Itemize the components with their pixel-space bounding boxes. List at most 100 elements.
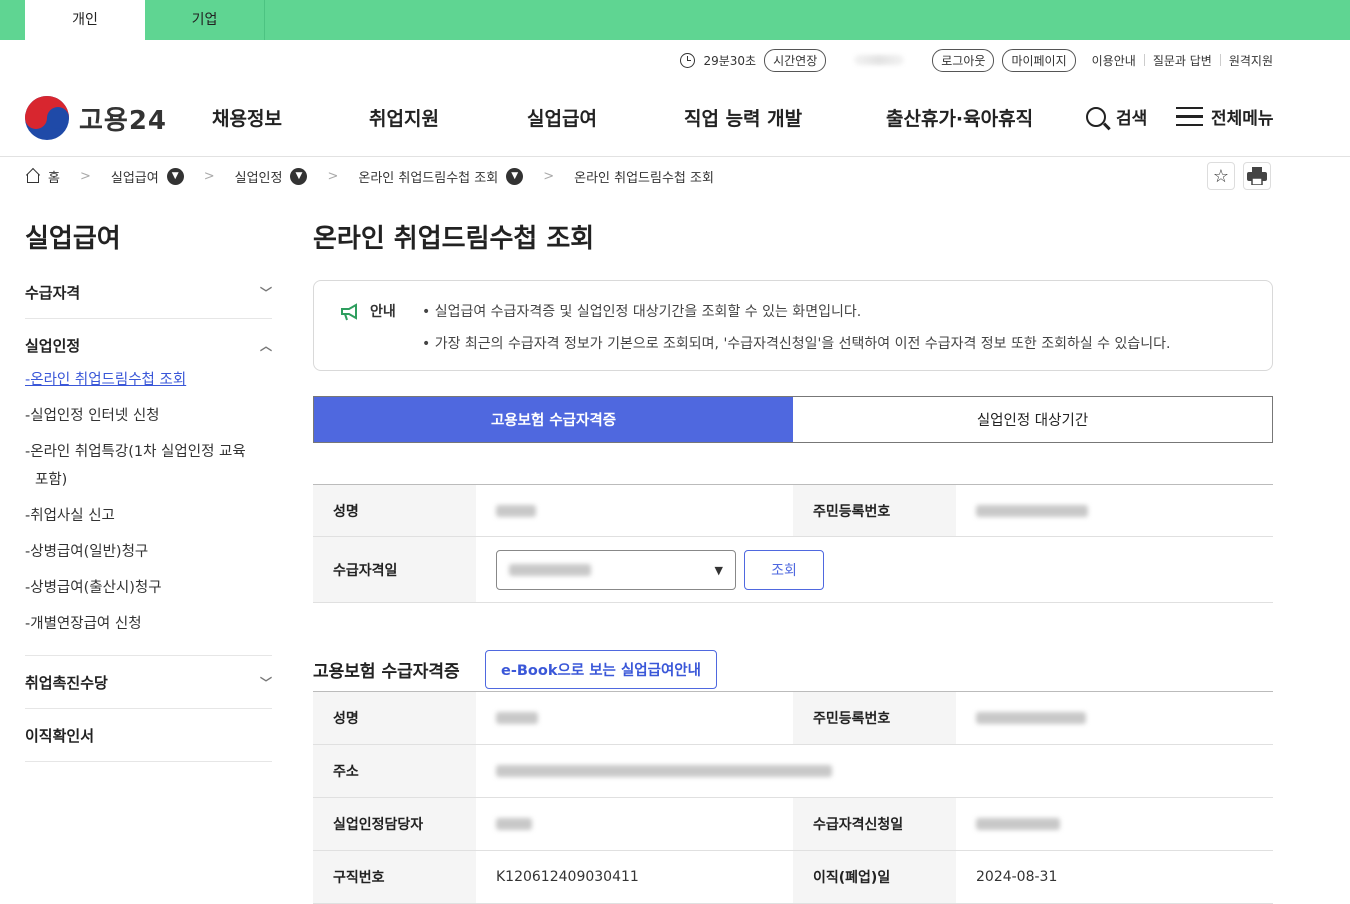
clock-icon xyxy=(680,52,696,68)
divider xyxy=(1143,54,1145,66)
page-title: 온라인 취업드림수첩 조회 xyxy=(313,224,595,254)
utility-bar: 29분30초 시간연장 로그아웃 마이페이지 이용안내 질문과 답변 원격지원 xyxy=(680,48,1273,72)
user-name-redacted xyxy=(854,55,905,65)
name-label: 성명 xyxy=(313,485,476,536)
leave-date-value: 2024-08-31 xyxy=(976,869,1058,885)
header-divider xyxy=(0,156,1350,157)
extend-session-button[interactable]: 시간연장 xyxy=(764,48,827,72)
breadcrumb-level1[interactable]: 실업급여 xyxy=(111,167,159,186)
dropdown-icon[interactable]: ▼ xyxy=(166,167,184,185)
qualification-date-label: 수급자격일 xyxy=(313,537,476,602)
sidebar-group-eligibility[interactable]: 수급자격 ﹀ xyxy=(25,282,272,319)
logo-text: 고용24 xyxy=(79,105,168,136)
notice-line: • 실업급여 수급자격증 및 실업인정 대상기간을 조회할 수 있는 화면입니다… xyxy=(422,304,862,320)
site-logo[interactable]: 고용24 xyxy=(25,96,167,140)
cert-name-redacted xyxy=(476,692,793,744)
logout-button[interactable]: 로그아웃 xyxy=(932,48,995,72)
sidebar-item-online-lecture-cont[interactable]: 포함) xyxy=(35,466,275,494)
sidebar-group-separation-cert[interactable]: 이직확인서 xyxy=(25,725,272,762)
name-value-redacted xyxy=(476,485,793,536)
taegeuk-logo-icon xyxy=(25,96,69,140)
search-label: 검색 xyxy=(1116,109,1148,129)
apply-date-redacted xyxy=(956,798,1273,850)
chevron-down-icon: ▼ xyxy=(714,563,723,577)
dropdown-icon[interactable]: ▼ xyxy=(290,167,308,185)
all-menu-button[interactable]: 전체메뉴 xyxy=(1176,104,1274,129)
sidebar-title: 실업급여 xyxy=(25,224,121,254)
sidebar-group-reemployment[interactable]: 취업촉진수당 ﹀ xyxy=(25,672,272,709)
job-number-value: K120612409030411 xyxy=(496,869,639,885)
mypage-button[interactable]: 마이페이지 xyxy=(1002,48,1076,72)
job-number-label: 구직번호 xyxy=(313,851,476,903)
apply-date-label: 수급자격신청일 xyxy=(793,798,956,850)
hamburger-icon xyxy=(1176,106,1203,127)
all-menu-label: 전체메뉴 xyxy=(1211,109,1274,129)
breadcrumb: 홈 > 실업급여 ▼ > 실업인정 ▼ > 온라인 취업드림수첩 조회 ▼ > … xyxy=(25,166,714,186)
breadcrumb-level3[interactable]: 온라인 취업드림수첩 조회 xyxy=(358,167,498,186)
tab-qualification-cert[interactable]: 고용보험 수급자격증 xyxy=(314,397,793,442)
chevron-right-icon: > xyxy=(203,168,215,184)
sidebar-item-employment-report[interactable]: -취업사실 신고 xyxy=(25,502,265,530)
query-button[interactable]: 조회 xyxy=(744,549,824,590)
certificate-table: 성명 주민등록번호 주소 실업인정담당자 수급자격신청일 구직번호 K12061… xyxy=(313,691,1273,904)
sidebar-group-label: 실업인정 xyxy=(25,336,81,355)
gnb-item-jobs[interactable]: 채용정보 xyxy=(212,104,282,131)
sidebar-item-individual-extension[interactable]: -개별연장급여 신청 xyxy=(25,610,265,638)
tab-recognition-period[interactable]: 실업인정 대상기간 xyxy=(793,397,1272,442)
sidebar-item-internet-application[interactable]: -실업인정 인터넷 신청 xyxy=(25,402,265,430)
sidebar-item-online-lecture[interactable]: -온라인 취업특강(1차 실업인정 교육 xyxy=(25,438,265,466)
chevron-up-icon: ︿ xyxy=(259,338,272,353)
sidebar-item-dream-notebook[interactable]: -온라인 취업드림수첩 조회 xyxy=(25,366,265,394)
chevron-right-icon: > xyxy=(79,168,91,184)
print-icon[interactable] xyxy=(1243,162,1271,190)
dropdown-icon[interactable]: ▼ xyxy=(506,167,524,185)
chevron-down-icon: ﹀ xyxy=(259,285,272,300)
tab-business[interactable]: 기업 xyxy=(145,0,265,40)
remote-support-link[interactable]: 원격지원 xyxy=(1229,52,1273,69)
chevron-right-icon: > xyxy=(327,168,339,184)
breadcrumb-home[interactable]: 홈 xyxy=(48,167,60,186)
address-label: 주소 xyxy=(313,745,476,797)
leave-date-label: 이직(폐업)일 xyxy=(793,851,956,903)
breadcrumb-current: 온라인 취업드림수첩 조회 xyxy=(574,170,714,186)
guide-link[interactable]: 이용안내 xyxy=(1092,52,1136,69)
rrn-value-redacted xyxy=(956,485,1273,536)
gnb-item-employment-support[interactable]: 취업지원 xyxy=(369,104,439,131)
sidebar-group-label: 취업촉진수당 xyxy=(25,673,108,692)
favorite-star-icon[interactable]: ☆ xyxy=(1207,162,1235,190)
qna-link[interactable]: 질문과 답변 xyxy=(1153,52,1212,69)
sidebar-group-label: 이직확인서 xyxy=(25,726,95,745)
notice-label: 안내 xyxy=(370,304,396,320)
section-title: 고용보험 수급자격증 xyxy=(313,662,460,682)
address-redacted xyxy=(476,745,1273,797)
officer-label: 실업인정담당자 xyxy=(313,798,476,850)
gnb-item-unemployment-benefit[interactable]: 실업급여 xyxy=(527,104,597,131)
sidebar-item-sickness-childbirth[interactable]: -상병급여(출산시)청구 xyxy=(25,574,265,602)
gnb-item-parental-leave[interactable]: 출산휴가·육아휴직 xyxy=(886,104,1033,131)
sidebar-item-sickness-general[interactable]: -상병급여(일반)청구 xyxy=(25,538,265,566)
officer-redacted xyxy=(476,798,793,850)
session-timer: 29분30초 xyxy=(703,53,757,68)
top-tab-bar: 개인 기업 xyxy=(0,0,1350,40)
notice-box: 안내 • 실업급여 수급자격증 및 실업인정 대상기간을 조회할 수 있는 화면… xyxy=(313,280,1273,371)
content-tabs: 고용보험 수급자격증 실업인정 대상기간 xyxy=(313,396,1273,443)
divider xyxy=(1219,54,1221,66)
query-form-table: 성명 주민등록번호 수급자격일 ▼ 조회 xyxy=(313,484,1273,603)
breadcrumb-level2[interactable]: 실업인정 xyxy=(235,167,283,186)
search-button[interactable]: 검색 xyxy=(1086,104,1147,129)
search-icon xyxy=(1086,106,1106,127)
chevron-down-icon: ﹀ xyxy=(259,675,272,690)
chevron-right-icon: > xyxy=(543,168,555,184)
cert-rrn-label: 주민등록번호 xyxy=(793,692,956,744)
ebook-guide-button[interactable]: e-Book으로 보는 실업급여안내 xyxy=(485,650,717,689)
tab-personal[interactable]: 개인 xyxy=(25,0,145,40)
notice-line: • 가장 최근의 수급자격 정보가 기본으로 조회되며, '수급자격신청일'을 … xyxy=(422,336,1171,352)
sidebar-group-label: 수급자격 xyxy=(25,283,81,302)
gnb-item-job-training[interactable]: 직업 능력 개발 xyxy=(684,104,802,131)
megaphone-icon xyxy=(341,303,357,321)
qualification-date-select[interactable]: ▼ xyxy=(496,549,736,590)
home-icon[interactable] xyxy=(25,169,41,183)
cert-name-label: 성명 xyxy=(313,692,476,744)
cert-rrn-redacted xyxy=(956,692,1273,744)
rrn-label: 주민등록번호 xyxy=(793,485,956,536)
